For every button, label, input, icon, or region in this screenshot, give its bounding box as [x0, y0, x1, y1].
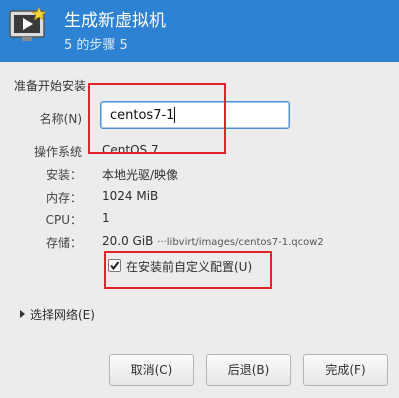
memory-label: 内存：: [45, 191, 82, 205]
memory-value: 1024 MiB: [102, 189, 159, 203]
annotation-highlight-checkbox: [104, 251, 272, 289]
header-bar: 生成新虚拟机 5 的步骤 5: [0, 0, 399, 62]
storage-label: 存储：: [45, 236, 82, 250]
section-heading: 准备开始安装: [14, 79, 87, 93]
back-button[interactable]: 后退(B): [206, 354, 291, 386]
storage-size: 20.0 GiB: [102, 234, 154, 248]
cancel-button[interactable]: 取消(C): [109, 354, 194, 386]
name-label: 名称(N): [39, 112, 82, 126]
install-label: 安装：: [45, 168, 82, 182]
network-expander-label: 选择网络(E): [30, 308, 95, 322]
expander-arrow-icon: [20, 310, 25, 318]
cpu-label: CPU：: [45, 213, 82, 227]
finish-button[interactable]: 完成(F): [303, 354, 388, 386]
install-value: 本地光驱/映像: [102, 168, 179, 182]
step-indicator: 5 的步骤 5: [64, 38, 128, 53]
storage-value: 20.0 GiB ···libvirt/images/centos7-1.qco…: [102, 234, 324, 248]
cpu-value: 1: [102, 211, 110, 225]
os-label: 操作系统: [33, 145, 82, 159]
monitor-star-icon: [9, 6, 47, 41]
window-title: 生成新虚拟机: [64, 11, 166, 31]
annotation-highlight-name: [88, 83, 226, 154]
storage-path: ···libvirt/images/centos7-1.qcow2: [157, 237, 324, 248]
network-expander[interactable]: 选择网络(E): [20, 306, 95, 323]
